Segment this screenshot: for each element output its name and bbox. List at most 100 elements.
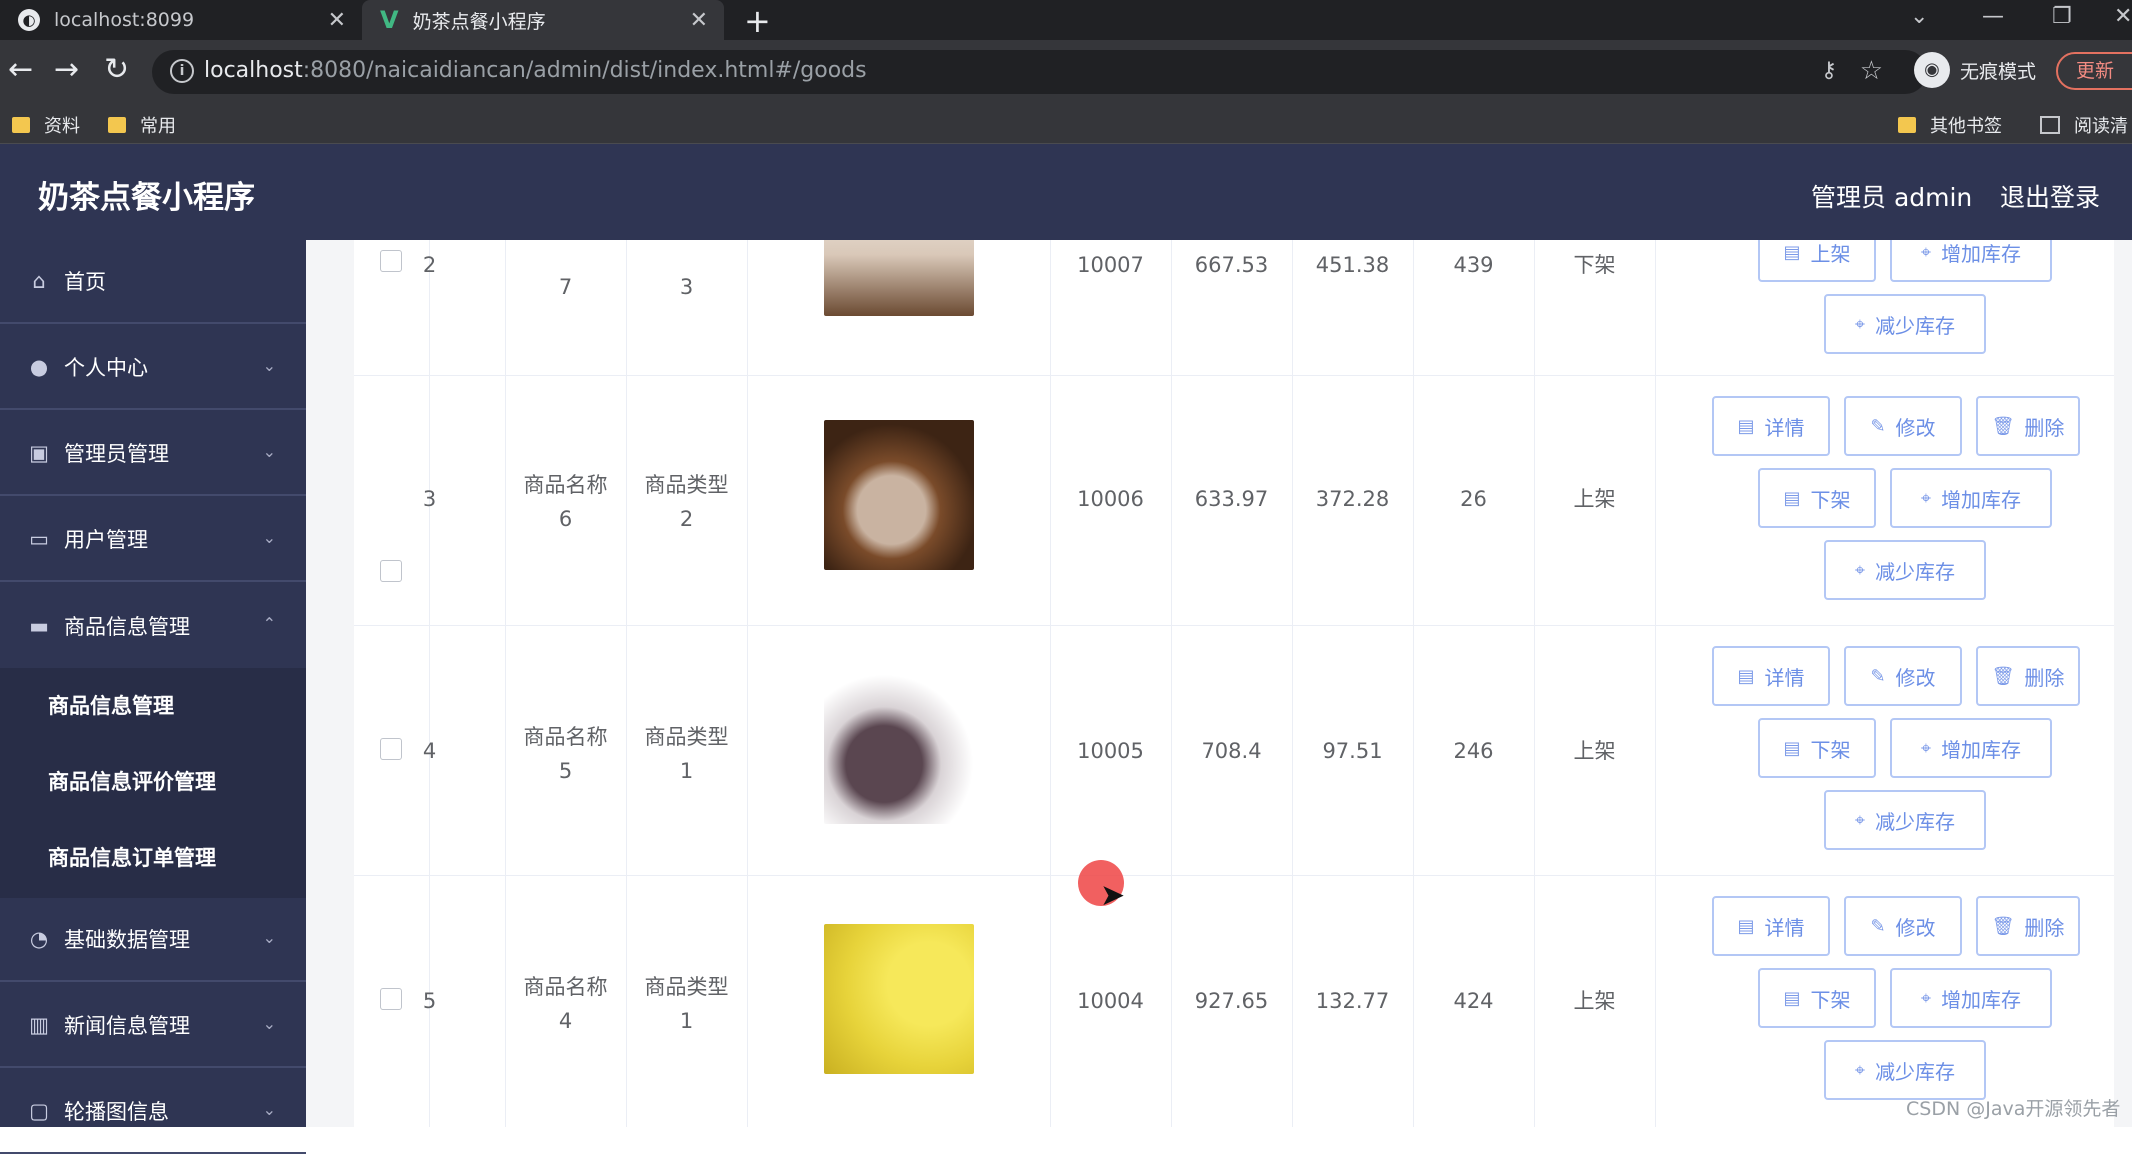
bookmark-folder[interactable]: 资料 — [12, 112, 80, 138]
reduce-stock-button[interactable]: ⌖ 减少库存 — [1824, 294, 1986, 354]
goods-name: 7 — [558, 275, 573, 299]
submenu-item-goods-orders[interactable]: 商品信息订单管理 — [48, 842, 216, 872]
close-tab-icon[interactable]: ✕ — [328, 8, 346, 33]
trash-icon: 🗑 — [1991, 665, 2015, 687]
update-button[interactable]: 更新 — [2056, 52, 2132, 90]
delete-button[interactable]: 🗑 删除 — [1976, 396, 2080, 456]
add-stock-button[interactable]: ⌖ 增加库存 — [1890, 468, 2052, 528]
reload-button[interactable]: ↻ — [104, 52, 129, 88]
goods-code: 10004 — [1077, 989, 1144, 1013]
restore-button[interactable]: ❐ — [2052, 4, 2072, 29]
delete-button[interactable]: 🗑 删除 — [1976, 646, 2080, 706]
back-button[interactable]: ← — [8, 52, 33, 88]
chevron-down-icon: ⌄ — [262, 528, 276, 547]
submenu-item-goods-info[interactable]: 商品信息管理 — [48, 690, 174, 720]
goods-submenu: 商品信息管理 商品信息评价管理 商品信息订单管理 — [0, 668, 306, 898]
close-window-button[interactable]: ✕ — [2114, 4, 2132, 29]
goods-image — [824, 924, 974, 1074]
main-content: 2 7 3 10007 667.53 451.38 439 下架 ▤ 上架 ⌖ 增加… — [306, 240, 2132, 1127]
globe-icon: ◐ — [18, 9, 40, 31]
password-key-icon[interactable]: ⚷ — [1821, 58, 1837, 83]
goods-stock: 439 — [1453, 253, 1494, 277]
tab-title: 奶茶点餐小程序 — [412, 10, 546, 33]
incognito-label: 无痕模式 — [1960, 60, 2037, 83]
goods-type: 3 — [679, 275, 694, 299]
doc-icon: ▤ — [1783, 487, 1801, 509]
site-info-icon[interactable]: i — [170, 59, 194, 83]
pencil-icon: ✎ — [1870, 665, 1886, 687]
reading-list[interactable]: 阅读清 — [2040, 112, 2128, 138]
toggle-shelf-button[interactable]: ▤ 下架 — [1758, 968, 1876, 1028]
doc-icon: ▤ — [1737, 665, 1755, 687]
reading-list-icon — [2040, 116, 2060, 134]
edit-button[interactable]: ✎ 修改 — [1844, 396, 1962, 456]
goods-type-label: 商品类型 — [644, 473, 729, 497]
goods-stock: 26 — [1460, 487, 1487, 511]
detail-button[interactable]: ▤ 详情 — [1712, 396, 1830, 456]
goods-image — [824, 420, 974, 570]
sidebar-item-goods[interactable]: ▬ 商品信息管理 ⌃ — [0, 584, 306, 668]
reduce-stock-button[interactable]: ⌖ 减少库存 — [1824, 540, 1986, 600]
browser-tab-app[interactable]: V 奶茶点餐小程序 ✕ — [362, 0, 724, 40]
goods-code: 10005 — [1077, 739, 1144, 763]
app-title: 奶茶点餐小程序 — [38, 180, 255, 216]
new-tab-button[interactable]: + — [744, 2, 771, 40]
sidebar-item-news[interactable]: ▥ 新闻信息管理 ⌄ — [0, 984, 306, 1068]
add-stock-button[interactable]: ⌖ 增加库存 — [1890, 718, 2052, 778]
address-bar[interactable]: i localhost:8080/naicaidiancan/admin/dis… — [152, 50, 1927, 94]
submenu-item-goods-reviews[interactable]: 商品信息评价管理 — [48, 766, 216, 796]
incognito-indicator[interactable]: ◉ 无痕模式 — [1914, 52, 2036, 88]
goods-name-label: 商品名称 — [523, 725, 608, 749]
browser-tabstrip: ◐ localhost:8099 ✕ V 奶茶点餐小程序 ✕ + ⌄ — ❐ ✕ — [0, 0, 2132, 40]
sidebar-item-users[interactable]: ▭ 用户管理 ⌄ — [0, 498, 306, 582]
bookmark-star-icon[interactable]: ☆ — [1860, 56, 1883, 86]
doc-icon: ▤ — [1783, 241, 1801, 263]
reduce-stock-button[interactable]: ⌖ 减少库存 — [1824, 790, 1986, 850]
toggle-shelf-button[interactable]: ▤ 上架 — [1758, 240, 1876, 282]
bookmark-folder[interactable]: 常用 — [108, 112, 176, 138]
goods-table: 2 7 3 10007 667.53 451.38 439 下架 ▤ 上架 ⌖ 增加… — [354, 240, 2114, 1127]
sidebar-item-carousel[interactable]: ▢ 轮播图信息 ⌄ — [0, 1070, 306, 1154]
goods-image — [824, 674, 974, 824]
goods-icon: ▬ — [29, 614, 49, 638]
goods-member-price: 132.77 — [1315, 989, 1390, 1013]
folder-icon — [108, 117, 126, 133]
delete-button[interactable]: 🗑 删除 — [1976, 896, 2080, 956]
url-text[interactable]: localhost:8080/naicaidiancan/admin/dist/… — [204, 58, 867, 83]
goods-code: 10007 — [1077, 253, 1144, 277]
folder-icon — [1898, 117, 1916, 133]
admin-icon: ▣ — [29, 441, 49, 465]
users-icon: ▭ — [29, 527, 49, 551]
pin-icon: ⌖ — [1920, 241, 1932, 263]
detail-button[interactable]: ▤ 详情 — [1712, 896, 1830, 956]
add-stock-button[interactable]: ⌖ 增加库存 — [1890, 968, 2052, 1028]
folder-icon — [12, 117, 30, 133]
goods-price: 927.65 — [1194, 989, 1269, 1013]
toggle-shelf-button[interactable]: ▤ 下架 — [1758, 468, 1876, 528]
goods-price: 633.97 — [1194, 487, 1269, 511]
sidebar-item-base-data[interactable]: ◔ 基础数据管理 ⌄ — [0, 898, 306, 982]
row-checkbox[interactable] — [380, 560, 402, 582]
goods-price: 667.53 — [1194, 253, 1269, 277]
tab-search-icon[interactable]: ⌄ — [1910, 4, 1928, 29]
add-stock-button[interactable]: ⌖ 增加库存 — [1890, 240, 2052, 282]
browser-tab-localhost[interactable]: ◐ localhost:8099 ✕ — [0, 0, 362, 40]
goods-type-label: 商品类型 — [644, 725, 729, 749]
goods-member-price: 372.28 — [1315, 487, 1390, 511]
toggle-shelf-button[interactable]: ▤ 下架 — [1758, 718, 1876, 778]
detail-button[interactable]: ▤ 详情 — [1712, 646, 1830, 706]
sidebar-item-admins[interactable]: ▣ 管理员管理 ⌄ — [0, 412, 306, 496]
sidebar-item-home[interactable]: ⌂ 首页 — [0, 240, 306, 324]
edit-button[interactable]: ✎ 修改 — [1844, 896, 1962, 956]
bookmarks-bar: 资料 常用 其他书签 阅读清 — [0, 104, 2132, 144]
sidebar-item-profile[interactable]: ● 个人中心 ⌄ — [0, 326, 306, 410]
forward-button[interactable]: → — [54, 52, 79, 88]
edit-button[interactable]: ✎ 修改 — [1844, 646, 1962, 706]
row-index: 2 — [422, 253, 437, 277]
logout-link[interactable]: 退出登录 — [2000, 178, 2100, 214]
minimize-button[interactable]: — — [1982, 4, 2004, 29]
close-tab-icon[interactable]: ✕ — [690, 8, 708, 33]
reduce-stock-button[interactable]: ⌖ 减少库存 — [1824, 1040, 1986, 1100]
other-bookmarks[interactable]: 其他书签 — [1898, 112, 2002, 138]
browser-toolbar: ← → ↻ i localhost:8080/naicaidiancan/adm… — [0, 40, 2132, 104]
